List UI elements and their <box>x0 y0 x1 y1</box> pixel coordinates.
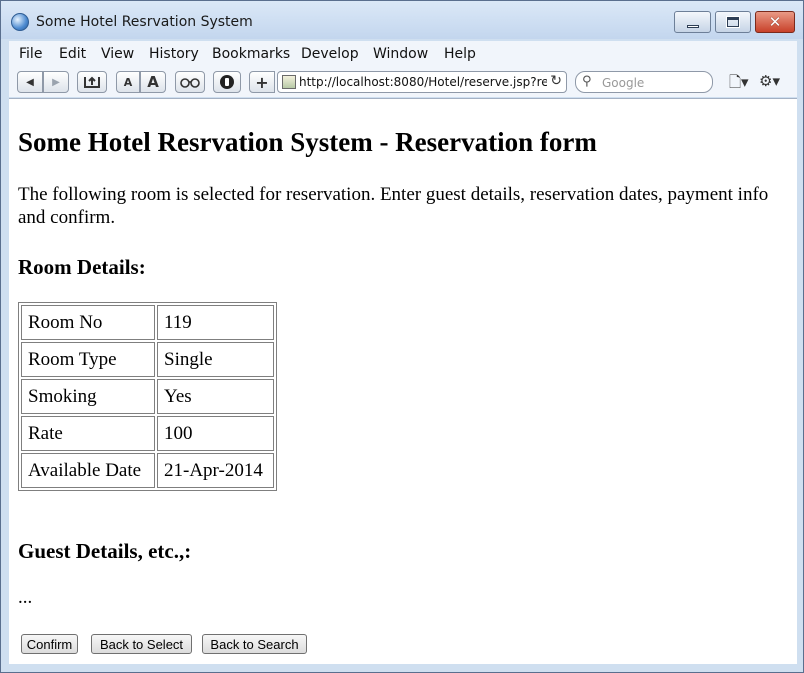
confirm-button[interactable]: Confirm <box>21 634 78 654</box>
plus-icon: + <box>255 72 269 92</box>
table-row: Rate 100 <box>21 416 274 451</box>
back-to-search-button[interactable]: Back to Search <box>202 634 307 654</box>
table-row: Room No 119 <box>21 305 274 340</box>
back-arrow-icon: ◀ <box>26 76 34 88</box>
menu-window[interactable]: Window <box>373 46 428 62</box>
maximize-button[interactable] <box>715 11 751 33</box>
home-icon <box>84 76 100 88</box>
row-label: Room No <box>21 305 155 340</box>
minimize-button[interactable] <box>674 11 711 33</box>
row-value: Single <box>157 342 274 377</box>
back-button[interactable]: ◀ <box>17 71 43 93</box>
row-label: Smoking <box>21 379 155 414</box>
table-row: Available Date 21-Apr-2014 <box>21 453 274 488</box>
page-menu-icon[interactable]: 🗋▾ <box>729 72 749 97</box>
guest-details-heading: Guest Details, etc.,: <box>18 539 192 563</box>
page-content: Some Hotel Resrvation System - Reservati… <box>9 98 797 664</box>
gear-icon[interactable]: ⚙▾ <box>759 72 780 90</box>
room-details-heading: Room Details: <box>18 255 146 279</box>
toolbar: ◀ ▶ A A + http://localhost:8080/Hotel/re… <box>9 67 797 97</box>
menu-help[interactable]: Help <box>444 46 476 62</box>
row-value: 100 <box>157 416 274 451</box>
close-button[interactable]: ✕ <box>755 11 795 33</box>
add-bookmark-button[interactable]: + <box>249 71 275 93</box>
browser-window: Some Hotel Resrvation System ✕ File Edit… <box>0 0 804 673</box>
forward-button[interactable]: ▶ <box>43 71 69 93</box>
row-value: 119 <box>157 305 274 340</box>
room-details-table: Room No 119 Room Type Single Smoking Yes… <box>18 302 277 491</box>
search-placeholder[interactable]: Google <box>602 76 644 90</box>
forward-arrow-icon: ▶ <box>52 76 60 88</box>
menu-edit[interactable]: Edit <box>59 46 86 62</box>
placeholder-ellipsis: ... <box>18 587 33 608</box>
page-title: Some Hotel Resrvation System - Reservati… <box>18 127 597 157</box>
text-smaller-label: A <box>123 75 133 89</box>
home-button[interactable] <box>77 71 107 93</box>
menu-history[interactable]: History <box>149 46 199 62</box>
glasses-icon <box>180 78 200 88</box>
close-icon: ✕ <box>768 13 782 31</box>
text-smaller-button[interactable]: A <box>116 71 140 93</box>
row-label: Room Type <box>21 342 155 377</box>
page-favicon-icon <box>282 75 296 89</box>
menu-view[interactable]: View <box>101 46 134 62</box>
reload-icon[interactable]: ↻ <box>550 73 562 89</box>
title-bar[interactable]: Some Hotel Resrvation System ✕ <box>1 1 803 39</box>
minimize-icon <box>686 24 699 28</box>
text-bigger-label: A <box>147 73 159 91</box>
table-row: Room Type Single <box>21 342 274 377</box>
menu-bar: File Edit View History Bookmarks Develop… <box>9 41 797 67</box>
stop-button[interactable] <box>213 71 241 93</box>
row-label: Rate <box>21 416 155 451</box>
maximize-icon <box>726 16 740 28</box>
address-text[interactable]: http://localhost:8080/Hotel/reserve.jsp?… <box>299 75 547 89</box>
row-label: Available Date <box>21 453 155 488</box>
menu-develop[interactable]: Develop <box>301 46 359 62</box>
reader-button[interactable] <box>175 71 205 93</box>
row-value: Yes <box>157 379 274 414</box>
menu-bookmarks[interactable]: Bookmarks <box>212 46 290 62</box>
address-bar[interactable]: http://localhost:8080/Hotel/reserve.jsp?… <box>277 71 567 93</box>
text-bigger-button[interactable]: A <box>140 71 166 93</box>
stop-icon <box>220 75 234 89</box>
table-row: Smoking Yes <box>21 379 274 414</box>
row-value: 21-Apr-2014 <box>157 453 274 488</box>
search-icon: ⚲ <box>582 74 592 89</box>
intro-text: The following room is selected for reser… <box>18 184 769 228</box>
search-box[interactable]: ⚲ Google <box>575 71 713 93</box>
back-to-select-button[interactable]: Back to Select <box>91 634 192 654</box>
menu-file[interactable]: File <box>19 46 42 62</box>
window-title: Some Hotel Resrvation System <box>36 14 253 30</box>
globe-icon <box>11 13 29 31</box>
